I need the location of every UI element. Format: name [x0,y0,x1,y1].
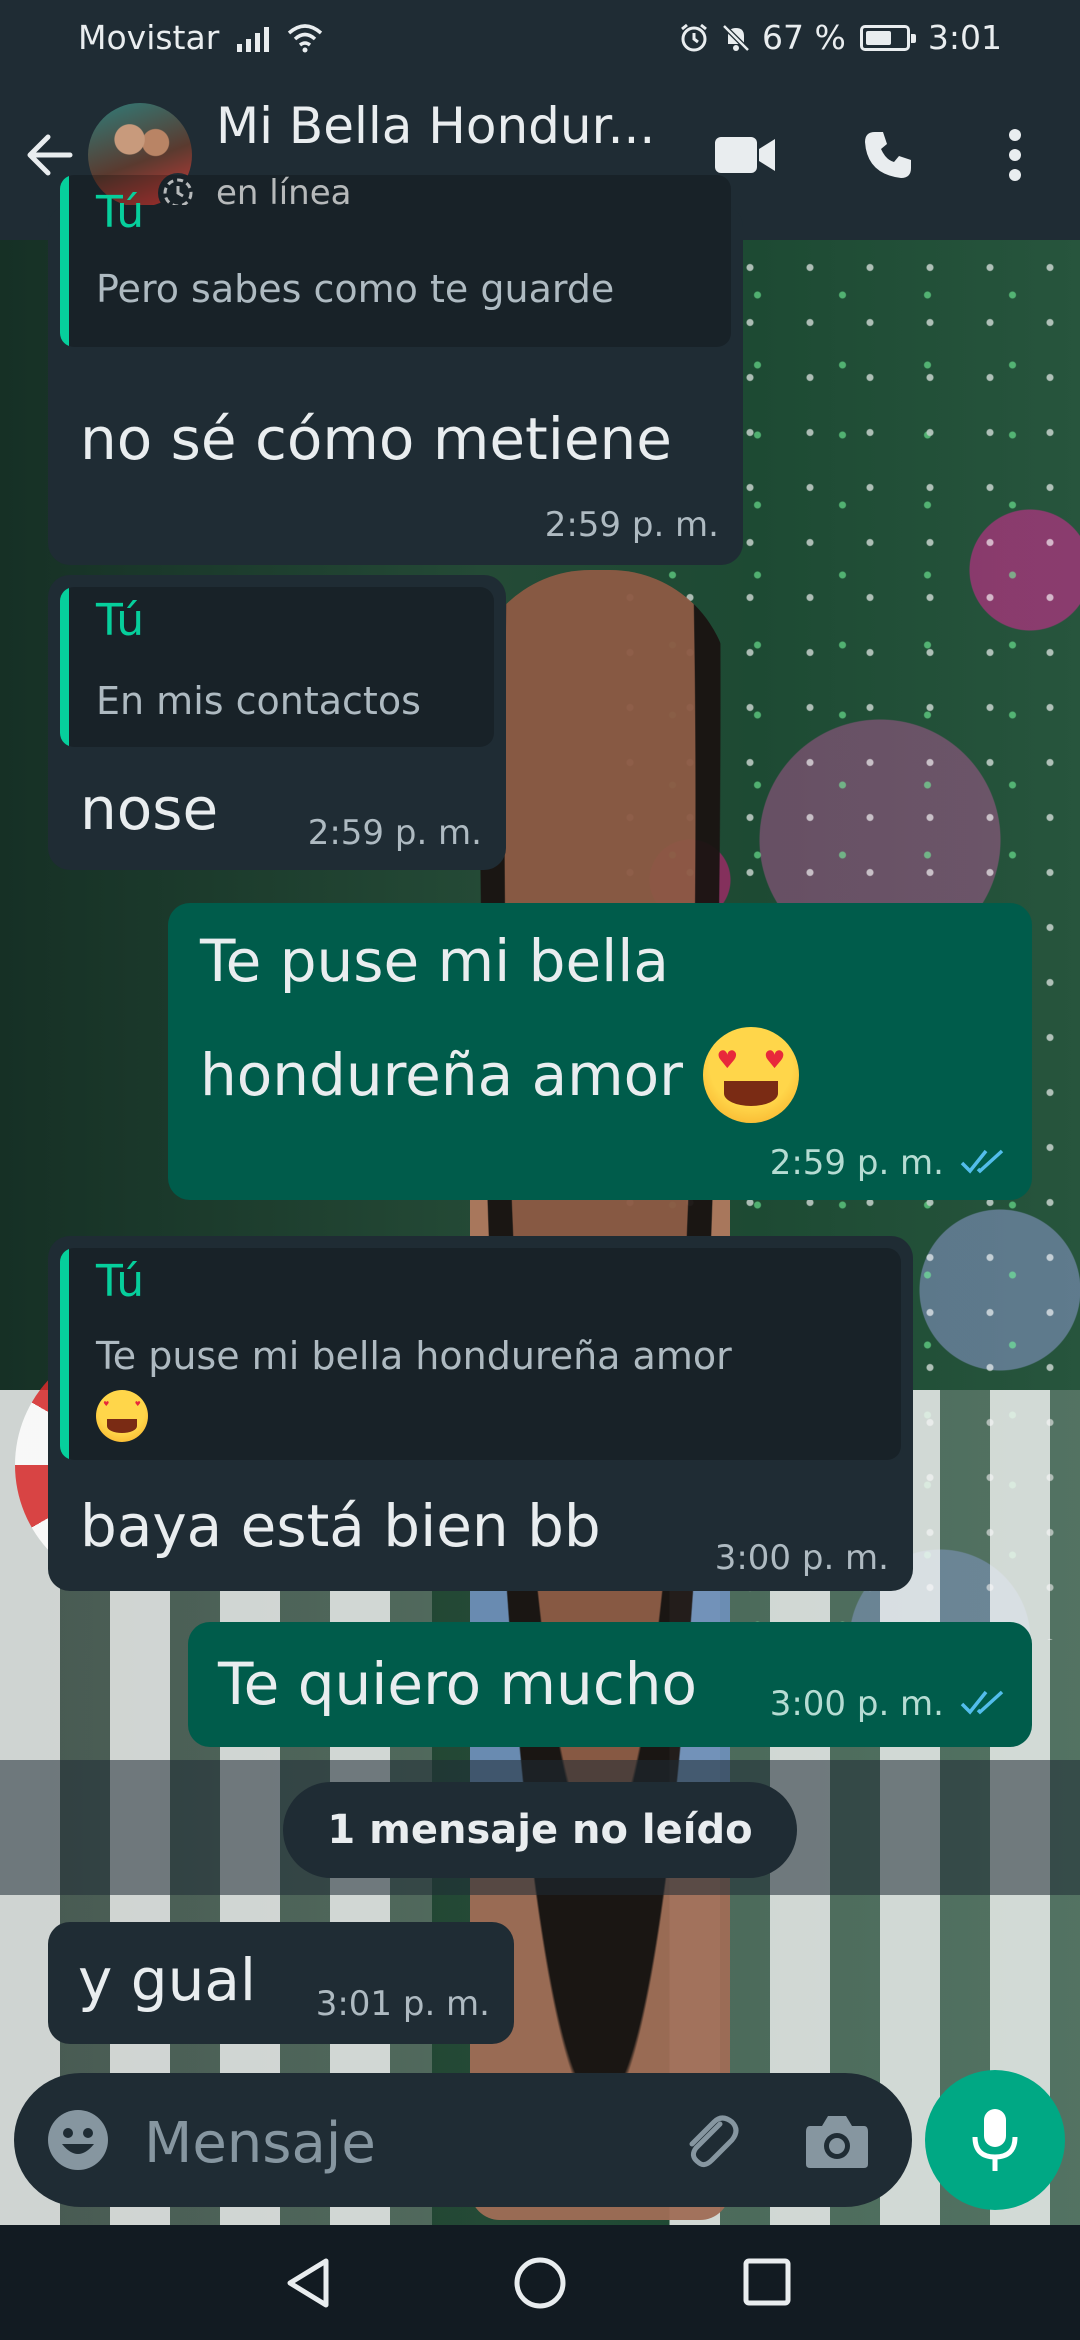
read-ticks-icon [960,1690,1004,1715]
message-bubble-outgoing[interactable]: Te puse mi bella hondureña amor ♥ ♥ 2:59 … [168,903,1032,1200]
message-text: baya está bien bb [80,1492,601,1560]
message-time: 3:00 p. m. [769,1684,944,1724]
message-text: y gual [78,1946,256,2014]
heart-eyes-emoji: ♥ ♥ [96,1390,148,1442]
signal-icon [237,24,270,52]
alarm-icon [681,23,707,51]
contact-name[interactable]: Mi Bella Hondur... [216,97,686,155]
quoted-message[interactable]: Tú Te puse mi bella hondureña amor ♥ ♥ [60,1248,901,1460]
status-time: 3:01 [927,18,1002,57]
nav-back-icon[interactable] [282,2255,334,2311]
message-text-line2: hondureña amor [200,1041,683,1109]
message-bubble-incoming[interactable]: Tú Te puse mi bella hondureña amor ♥ ♥ ba… [48,1236,913,1591]
emoji-icon[interactable] [46,2108,110,2172]
message-text: no sé cómo metiene [80,405,672,473]
quoted-message[interactable]: Tú En mis contactos [60,587,494,747]
message-bubble-incoming[interactable]: y gual 3:01 p. m. [48,1922,514,2044]
message-time: 3:01 p. m. [315,1984,490,2024]
voice-message-button[interactable] [925,2070,1065,2210]
message-text: Te quiero mucho [218,1650,697,1718]
phone-icon[interactable] [848,115,928,195]
quote-text: Te puse mi bella hondureña amor [96,1334,732,1378]
attach-icon[interactable] [674,2106,744,2176]
wifi-icon [288,23,323,52]
message-time: 3:00 p. m. [714,1538,889,1578]
carrier-name: Movistar [78,18,220,57]
nav-home-icon[interactable] [512,2255,568,2311]
more-options-icon[interactable] [975,115,1055,195]
message-input[interactable]: Mensaje [144,2111,376,2176]
mic-icon [972,2109,1018,2171]
message-text: nose [80,775,219,843]
read-ticks-icon [960,1149,1004,1174]
quoted-message[interactable]: Tú Pero sabes como te guarde [60,175,731,347]
message-text-line2-row: hondureña amor ♥ ♥ [200,1027,799,1123]
message-composer[interactable]: Mensaje [14,2073,912,2207]
battery-percent: 67 % [762,18,846,57]
system-navigation-bar [0,2225,1080,2340]
quote-text: Pero sabes como te guarde [96,267,615,311]
message-bubble-outgoing[interactable]: Te quiero mucho 3:00 p. m. [188,1622,1032,1747]
quote-text: En mis contactos [96,679,421,723]
status-bar: Movistar 67 % 3:01 [0,0,1080,75]
message-time: 2:59 p. m. [307,813,482,853]
quote-author: Tú [96,595,145,646]
camera-icon[interactable] [804,2110,870,2172]
message-bubble-incoming[interactable]: Tú En mis contactos nose 2:59 p. m. [48,575,506,870]
message-bubble-incoming[interactable]: Tú Pero sabes como te guarde no sé cómo … [48,175,743,565]
nav-recents-icon[interactable] [742,2257,792,2307]
quote-author: Tú [96,1256,145,1307]
battery-icon [859,24,916,51]
mute-bell-icon [722,23,750,52]
message-text-line1: Te puse mi bella [200,927,669,995]
heart-eyes-emoji: ♥ ♥ [702,1027,799,1123]
unread-messages-divider: 1 mensaje no leído [283,1782,797,1878]
quote-author: Tú [96,187,145,238]
message-time: 2:59 p. m. [769,1143,944,1183]
message-time: 2:59 p. m. [544,505,719,545]
